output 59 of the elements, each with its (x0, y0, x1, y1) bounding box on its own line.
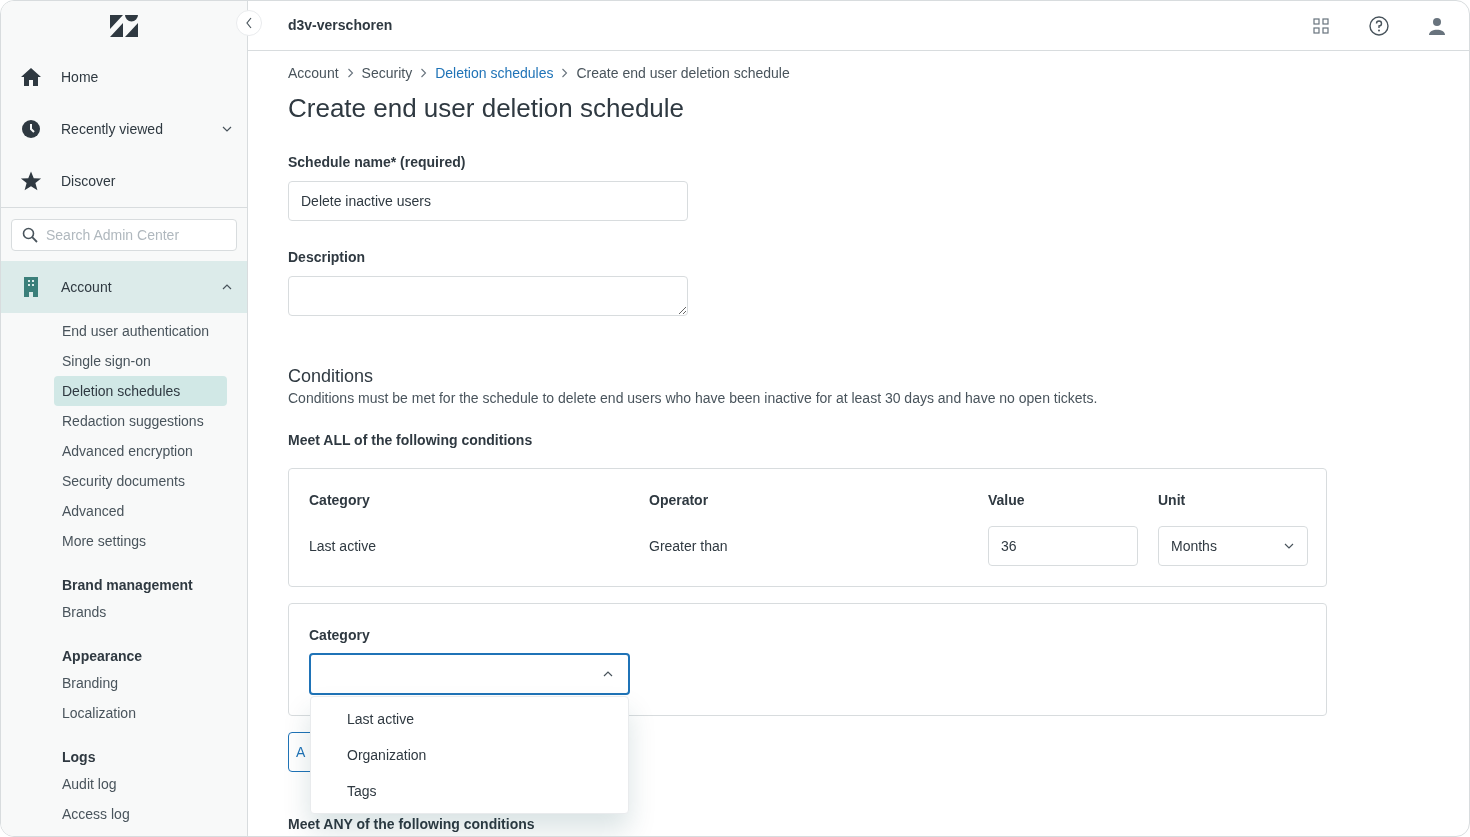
field-label: Category (309, 626, 371, 643)
breadcrumb: Create end user deletion schedule (576, 63, 790, 83)
search-box[interactable]: Search Admin Center (11, 219, 237, 251)
nav-link[interactable]: Security documents (54, 466, 227, 496)
column-heading: Operator (649, 491, 709, 508)
star-icon (20, 170, 42, 192)
column-heading: Unit (1158, 491, 1186, 508)
group-heading: Logs (62, 747, 97, 767)
nav-link[interactable]: Deletion schedules (54, 376, 227, 406)
nav-link[interactable]: Brands (62, 597, 247, 627)
unit-select[interactable]: Months (1158, 526, 1308, 566)
group-heading: Appearance (62, 646, 144, 666)
chevron-right-icon (346, 68, 354, 78)
search-icon (22, 227, 38, 243)
logo-icon[interactable] (110, 15, 138, 37)
nav-link[interactable]: Audit log (62, 769, 247, 799)
column-heading: Category (309, 491, 370, 508)
breadcrumb: Security (361, 63, 413, 83)
chevron-right-icon (561, 68, 569, 78)
breadcrumb: Account (288, 63, 339, 83)
workspace-name: d3v-verschoren (288, 16, 394, 35)
page-title: Create end user deletion schedule (288, 92, 686, 125)
name-field[interactable]: Delete inactive users (288, 181, 688, 221)
nav-link[interactable]: More settings (54, 526, 227, 556)
dropdown-option[interactable]: Tags (311, 773, 628, 809)
nav-item[interactable]: Home (1, 51, 247, 103)
section-description: Conditions must be met for the schedule to delete end users who have been inactive for at least 30 days and have no open tickets. (288, 389, 1099, 408)
breadcrumb-link[interactable]: Deletion schedules (435, 62, 554, 84)
operator-value: Greater than (649, 536, 728, 556)
help-icon[interactable] (1369, 15, 1389, 36)
apps-icon[interactable] (1313, 17, 1329, 34)
nav-item[interactable]: Recently viewed (1, 103, 247, 155)
description-field[interactable] (288, 276, 688, 316)
subheading: Meet ANY of the following conditions (288, 815, 536, 834)
section-heading: Conditions (288, 365, 375, 387)
clock-icon (21, 119, 41, 139)
search-field[interactable]: Search Admin Center (46, 224, 226, 246)
home-icon (20, 67, 42, 87)
category-select[interactable] (309, 653, 630, 695)
chevron-right-icon (420, 68, 428, 78)
nav-link[interactable]: End user authentication (54, 316, 227, 346)
field-label: Schedule name* (required) (288, 153, 467, 172)
nav-link[interactable]: Branding (62, 668, 247, 698)
column-heading: Value (988, 491, 1025, 508)
nav-link[interactable]: Access log (62, 799, 247, 829)
nav-link[interactable]: Single sign-on (54, 346, 227, 376)
subheading: Meet ALL of the following conditions (288, 431, 534, 450)
nav-item[interactable]: Discover (1, 155, 247, 207)
nav-link[interactable]: Advanced (54, 496, 227, 526)
nav-item[interactable]: Account (1, 261, 247, 313)
user-icon[interactable] (1429, 16, 1445, 35)
group-heading: Brand management (62, 575, 194, 595)
nav-link[interactable]: Redaction suggestions (54, 406, 227, 436)
field-label: Description (288, 248, 366, 267)
value-field[interactable]: 36 (988, 526, 1138, 566)
chevron-left-icon (245, 17, 253, 29)
nav-link[interactable]: Localization (62, 698, 247, 728)
nav-link[interactable]: Advanced encryption (54, 436, 227, 466)
category-value: Last active (309, 536, 376, 556)
